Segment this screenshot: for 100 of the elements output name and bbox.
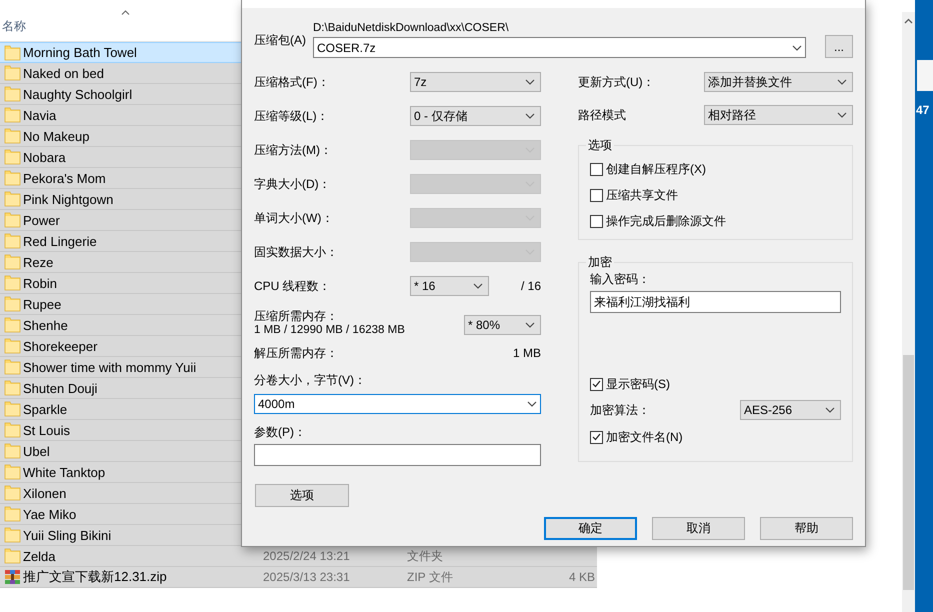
folder-icon bbox=[4, 338, 21, 354]
checkbox[interactable]: 操作完成后删除源文件 bbox=[590, 214, 841, 228]
file-name: Rupee bbox=[23, 296, 62, 312]
archive-icon bbox=[4, 569, 21, 585]
sort-caret-icon bbox=[121, 10, 130, 15]
checkbox[interactable]: 压缩共享文件 bbox=[590, 188, 841, 202]
folder-icon bbox=[4, 506, 21, 522]
field-label: 固实数据大小： bbox=[254, 245, 339, 259]
options-button[interactable]: 选项 bbox=[255, 484, 349, 507]
folder-icon bbox=[4, 212, 21, 228]
file-name: Power bbox=[23, 212, 60, 228]
dropdown[interactable]: AES-256 bbox=[740, 400, 841, 420]
parameters-field[interactable] bbox=[254, 444, 541, 466]
folder-icon bbox=[4, 170, 21, 186]
field-label: 字典大小(D)： bbox=[254, 177, 332, 191]
file-name: Xilonen bbox=[23, 486, 66, 500]
checkmark-icon bbox=[592, 433, 601, 441]
group-title: 选项 bbox=[586, 138, 614, 152]
field-label: 参数(P)： bbox=[254, 425, 307, 439]
file-name: Reze bbox=[23, 254, 54, 270]
folder-icon bbox=[4, 443, 21, 459]
field-label: 压缩所需内存： bbox=[254, 309, 339, 323]
password-field[interactable]: 来福利江湖找福利 bbox=[590, 291, 841, 313]
file-row[interactable]: 推广文宣下载新12.31.zip 2025/3/13 23:31 ZIP 文件 4 KB bbox=[0, 567, 597, 588]
file-name: Yae Miko bbox=[23, 506, 76, 522]
date-cell: 2025/3/13 23:31 bbox=[263, 570, 350, 584]
dialog-button[interactable]: 确定 bbox=[544, 517, 637, 540]
dropdown[interactable]: * 80% bbox=[464, 315, 541, 335]
field-label: 路径模式 bbox=[578, 108, 626, 122]
folder-icon bbox=[4, 44, 21, 60]
folder-icon bbox=[4, 422, 21, 438]
dialog-button[interactable]: 取消 bbox=[652, 517, 745, 540]
memory-usage: 1 MB / 12990 MB / 16238 MB bbox=[254, 323, 405, 337]
volume-size-field[interactable]: 4000m bbox=[254, 394, 541, 414]
checkbox[interactable]: 加密文件名(N) bbox=[590, 430, 841, 444]
field-label: 压缩方法(M)： bbox=[254, 143, 333, 157]
folder-icon bbox=[4, 275, 21, 291]
field-label: 分卷大小，字节(V)： bbox=[254, 373, 367, 387]
thread-total: / 16 bbox=[520, 279, 541, 293]
file-name: Nobara bbox=[23, 150, 66, 164]
folder-icon bbox=[4, 128, 21, 144]
file-name: Yuii Sling Bikini bbox=[23, 528, 112, 542]
file-name: Pink Nightgown bbox=[23, 192, 114, 206]
chevron-down-icon bbox=[837, 79, 847, 85]
folder-icon bbox=[4, 65, 21, 81]
archive-name-field[interactable]: COSER.7z bbox=[313, 37, 806, 58]
file-name: Ubel bbox=[23, 444, 50, 458]
field-label: 输入密码： bbox=[590, 272, 651, 286]
chevron-down-icon bbox=[837, 112, 847, 118]
file-name: Naked on bed bbox=[23, 66, 104, 80]
file-name: Naughty Schoolgirl bbox=[23, 86, 132, 102]
checkbox[interactable]: 显示密码(S) bbox=[590, 377, 841, 391]
file-name: Shower time with mommy Yuii bbox=[23, 360, 196, 374]
folder-icon bbox=[4, 86, 21, 102]
dropdown[interactable]: 0 - 仅存储 bbox=[410, 106, 541, 126]
chevron-down-icon bbox=[527, 401, 537, 407]
file-name: Navia bbox=[23, 108, 56, 122]
file-name: 推广文宣下载新12.31.zip bbox=[23, 568, 167, 586]
file-row[interactable]: Zelda 2025/2/24 13:21 文件夹 bbox=[0, 546, 597, 567]
desktop-icon-label: 47 bbox=[916, 103, 930, 117]
folder-icon bbox=[4, 359, 21, 375]
memory-value: 1 MB bbox=[512, 346, 541, 360]
browse-button[interactable]: ... bbox=[825, 35, 853, 58]
file-name: Sparkle bbox=[23, 402, 68, 416]
file-name: White Tanktop bbox=[23, 464, 106, 480]
file-name: Pekora's Mom bbox=[23, 170, 106, 186]
field-label: 加密算法： bbox=[590, 403, 650, 417]
scrollbar-thumb[interactable] bbox=[903, 355, 914, 590]
file-name: Shuten Douji bbox=[23, 380, 98, 396]
dropdown[interactable]: 7z bbox=[410, 72, 541, 92]
archive-path: D:\BaiduNetdiskDownload\xx\COSER\ bbox=[313, 21, 510, 35]
chevron-down-icon bbox=[525, 79, 535, 85]
folder-icon bbox=[4, 401, 21, 417]
dropdown[interactable]: 添加并替换文件 bbox=[704, 72, 853, 92]
file-name: Morning Bath Towel bbox=[23, 45, 137, 60]
file-name: No Makeup bbox=[23, 128, 90, 144]
checkbox[interactable]: 创建自解压程序(X) bbox=[590, 162, 841, 176]
type-cell: ZIP 文件 bbox=[407, 568, 453, 586]
folder-icon bbox=[4, 149, 21, 165]
dropdown[interactable]: 相对路径 bbox=[704, 105, 853, 125]
chevron-down-icon bbox=[473, 283, 483, 289]
date-cell: 2025/2/24 13:21 bbox=[263, 549, 350, 563]
file-thumbnail-icon[interactable] bbox=[917, 60, 933, 91]
folder-icon bbox=[4, 317, 21, 333]
file-name: Red Lingerie bbox=[23, 234, 97, 248]
field-label: 单词大小(W)： bbox=[254, 211, 334, 225]
type-cell: 文件夹 bbox=[407, 548, 443, 564]
field-label: 解压所需内存： bbox=[254, 346, 338, 360]
file-name: Zelda bbox=[23, 548, 56, 564]
dialog-button[interactable]: 帮助 bbox=[760, 517, 853, 540]
file-name: Shenhe bbox=[23, 318, 68, 332]
folder-icon bbox=[4, 191, 21, 207]
folder-icon bbox=[4, 296, 21, 312]
scroll-up-icon[interactable] bbox=[904, 18, 913, 24]
dropdown[interactable]: * 16 bbox=[410, 276, 489, 296]
chevron-down-icon bbox=[825, 407, 835, 413]
archive-label: 压缩包(A) bbox=[254, 32, 307, 49]
column-header[interactable]: 名称 bbox=[2, 18, 26, 35]
group-title: 加密 bbox=[586, 255, 614, 269]
file-name: Robin bbox=[23, 276, 57, 290]
